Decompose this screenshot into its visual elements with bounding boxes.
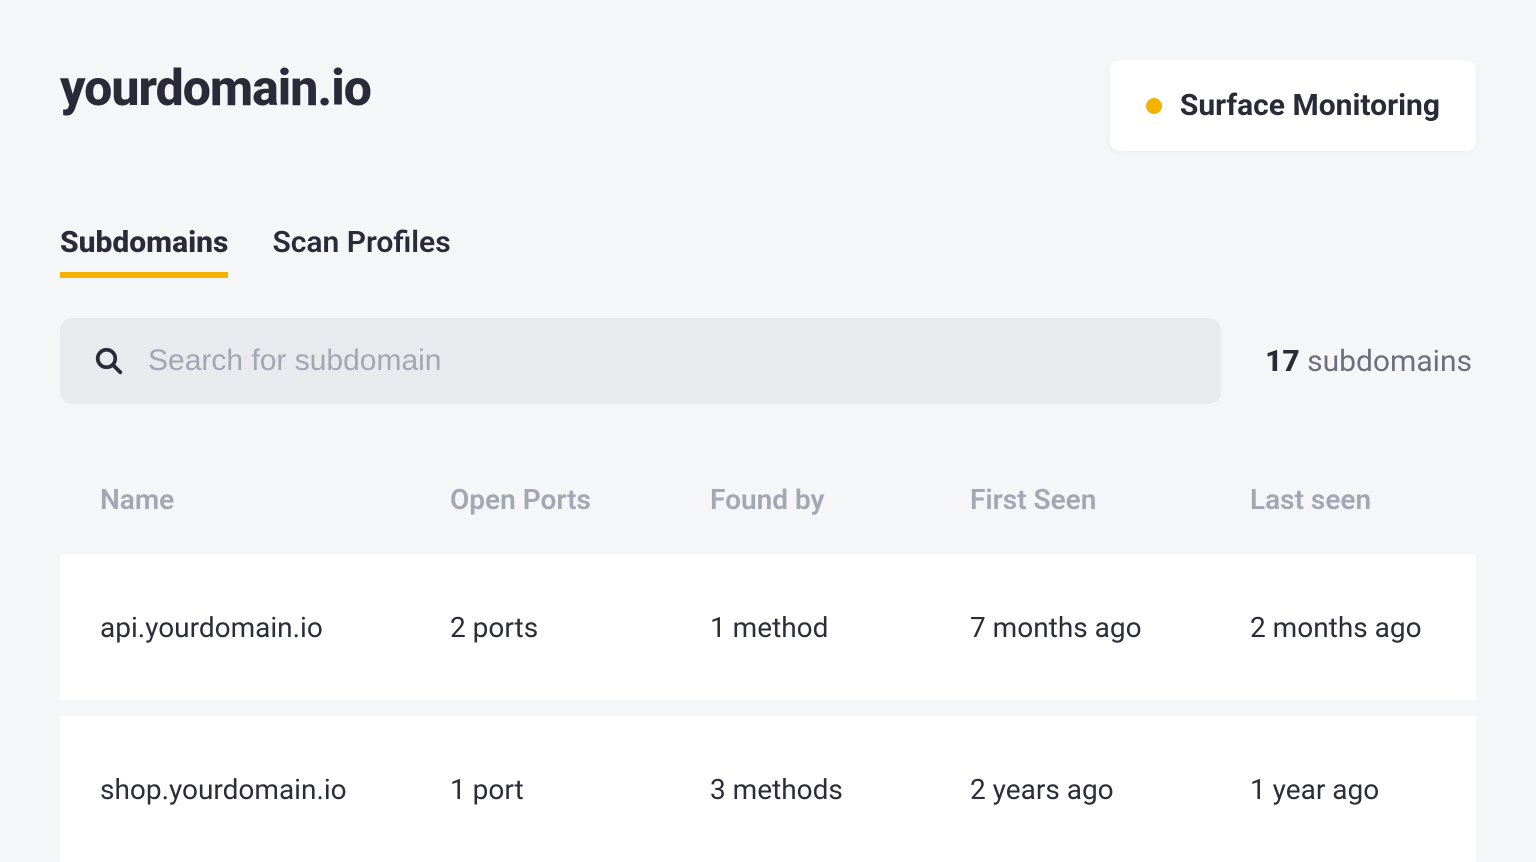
subdomain-count: 17 subdomains: [1265, 344, 1476, 379]
tabs: Subdomains Scan Profiles: [60, 225, 1476, 278]
cell-found-by: 1 method: [710, 611, 970, 644]
count-label: subdomains: [1300, 344, 1472, 379]
col-last-seen[interactable]: Last seen: [1250, 483, 1436, 516]
page-title: yourdomain.io: [60, 60, 371, 118]
cell-last-seen: 1 year ago: [1250, 773, 1436, 806]
surface-monitoring-badge[interactable]: Surface Monitoring: [1110, 60, 1476, 151]
table-row[interactable]: shop.yourdomain.io 1 port 3 methods 2 ye…: [60, 716, 1476, 862]
cell-open-ports: 2 ports: [450, 611, 710, 644]
cell-name: shop.yourdomain.io: [100, 773, 450, 806]
table-header: Name Open Ports Found by First Seen Last…: [60, 444, 1476, 554]
col-open-ports[interactable]: Open Ports: [450, 483, 710, 516]
search-box[interactable]: [60, 318, 1221, 404]
cell-last-seen: 2 months ago: [1250, 611, 1436, 644]
badge-label: Surface Monitoring: [1180, 88, 1440, 123]
cell-open-ports: 1 port: [450, 773, 710, 806]
search-input[interactable]: [148, 344, 1187, 378]
table-row[interactable]: api.yourdomain.io 2 ports 1 method 7 mon…: [60, 554, 1476, 700]
cell-name: api.yourdomain.io: [100, 611, 450, 644]
tab-scan-profiles[interactable]: Scan Profiles: [272, 225, 450, 278]
col-name[interactable]: Name: [100, 483, 450, 516]
subdomains-table: Name Open Ports Found by First Seen Last…: [60, 444, 1476, 862]
cell-found-by: 3 methods: [710, 773, 970, 806]
cell-first-seen: 2 years ago: [970, 773, 1250, 806]
count-number: 17: [1265, 344, 1300, 379]
status-dot-icon: [1146, 98, 1162, 114]
tab-subdomains[interactable]: Subdomains: [60, 225, 228, 278]
cell-first-seen: 7 months ago: [970, 611, 1250, 644]
col-first-seen[interactable]: First Seen: [970, 483, 1250, 516]
col-found-by[interactable]: Found by: [710, 483, 970, 516]
search-icon: [94, 346, 124, 376]
